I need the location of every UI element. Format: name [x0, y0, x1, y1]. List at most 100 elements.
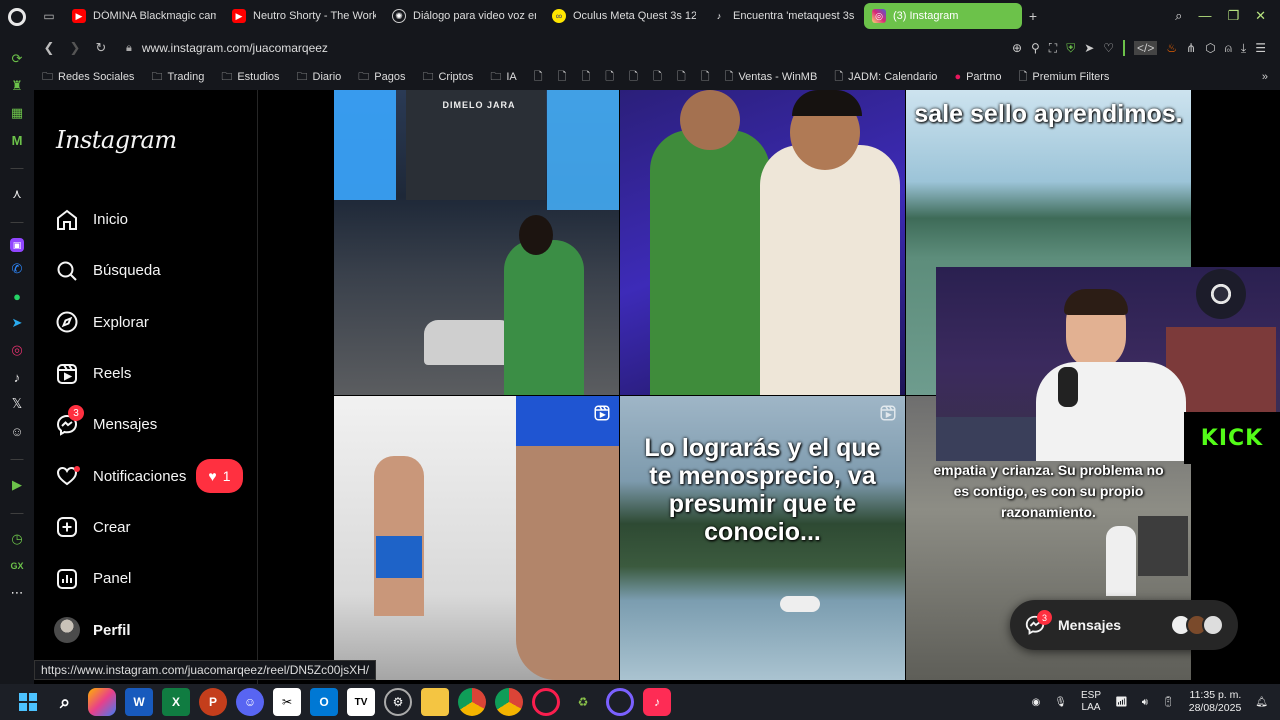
app-icon[interactable]: ⚙	[384, 688, 412, 716]
bookmark-item[interactable]: ● Partmo	[954, 71, 1001, 83]
file-explorer-icon[interactable]	[421, 688, 449, 716]
nav-item-mensajes[interactable]: 3 Mensajes	[54, 399, 243, 450]
tray-icon[interactable]: ◉	[1032, 697, 1041, 708]
powerpoint-icon[interactable]: P	[199, 688, 227, 716]
gx-icon[interactable]: GX	[7, 556, 27, 576]
flame-extension-icon[interactable]: ♨	[1166, 41, 1177, 55]
bookmark-item[interactable]: 🗋︎	[605, 68, 619, 87]
forward-button[interactable]: ❯	[64, 40, 86, 56]
nav-item-inicio[interactable]: Inicio	[54, 194, 243, 245]
bookmarks-overflow-icon[interactable]: »	[1262, 71, 1280, 83]
bookmark-item[interactable]: 🗀︎ Estudios	[221, 68, 279, 87]
bookmark-item[interactable]: 🗀︎ Redes Sociales	[42, 68, 134, 87]
pinboard-icon[interactable]: ▦	[7, 103, 27, 123]
app-icon[interactable]	[606, 688, 634, 716]
bookmark-item[interactable]: 🗀︎ IA	[490, 68, 516, 87]
language-indicator[interactable]: ESP LAA	[1081, 690, 1101, 714]
bookmark-item[interactable]: 🗋︎ JADM: Calendario	[834, 68, 937, 87]
excel-icon[interactable]: X	[162, 688, 190, 716]
bookmark-item[interactable]: 🗀︎ Criptos	[422, 68, 473, 87]
tab-5-active[interactable]: ◎ (3) Instagram	[864, 3, 1022, 29]
extensions-icon[interactable]: ⬡	[1205, 41, 1215, 55]
instagram-icon[interactable]: ◎	[7, 340, 27, 360]
nav-item-explorar[interactable]: Explorar	[54, 297, 243, 348]
new-tab-button[interactable]: +	[1022, 8, 1044, 24]
share-icon[interactable]: ⋔	[1186, 41, 1196, 55]
m-app-icon[interactable]: M	[7, 130, 27, 150]
code-extension-icon[interactable]: </>	[1134, 41, 1158, 55]
bookmark-item[interactable]: 🗋︎	[677, 68, 691, 87]
outlook-icon[interactable]: O	[310, 688, 338, 716]
word-icon[interactable]: W	[125, 688, 153, 716]
bookmark-item[interactable]: 🗋︎	[558, 68, 572, 87]
clock[interactable]: 11:35 p. m. 28/08/2025	[1189, 689, 1242, 715]
discord-icon[interactable]: ☺	[236, 688, 264, 716]
x-icon[interactable]: 𝕏	[7, 394, 27, 414]
notification-pill[interactable]: ♥ 1	[196, 459, 243, 494]
volume-icon[interactable]: 🔊︎	[1142, 697, 1148, 708]
url-field[interactable]: 🔒︎ www.instagram.com/juacomarqeez	[126, 41, 328, 55]
nav-item-busqueda[interactable]: Búsqueda	[54, 245, 243, 296]
chrome-icon[interactable]	[495, 688, 523, 716]
menu-icon[interactable]: ☰	[1255, 41, 1266, 55]
microphone-icon[interactable]: 🎙︎	[1054, 697, 1067, 708]
bookmark-item[interactable]: 🗋︎ Ventas - WinMB	[725, 68, 818, 87]
bookmark-item[interactable]: 🗋︎	[629, 68, 643, 87]
close-button[interactable]: ✕	[1255, 8, 1266, 24]
shield-icon[interactable]: ⛨	[1066, 41, 1075, 56]
opera-gx-icon[interactable]	[532, 688, 560, 716]
post-tile[interactable]	[334, 396, 619, 680]
snapshot-icon[interactable]: ⛶	[1049, 41, 1057, 56]
reload-button[interactable]: ↻	[90, 40, 112, 56]
windows-start-icon[interactable]	[14, 688, 42, 716]
maximize-button[interactable]: ❐	[1227, 8, 1239, 24]
nav-item-reels[interactable]: Reels	[54, 348, 243, 399]
messages-float-button[interactable]: 3 Mensajes	[1010, 600, 1238, 650]
post-tile[interactable]: Lo lograrás y el que te menosprecio, va …	[620, 396, 905, 680]
tab-2[interactable]: ✺ Diálogo para video voz en	[384, 3, 544, 29]
chrome-icon[interactable]	[458, 688, 486, 716]
opera-logo-icon[interactable]	[8, 8, 26, 26]
history-icon[interactable]: ◷	[7, 529, 27, 549]
zoom-icon[interactable]: ⊕	[1012, 41, 1022, 55]
bookmark-item[interactable]: 🗋︎	[653, 68, 667, 87]
telegram-icon[interactable]: ➤	[7, 313, 27, 333]
wifi-icon[interactable]: 📶︎	[1115, 697, 1128, 708]
tab-0[interactable]: ▶ DÓMINA Blackmagic cam	[64, 3, 224, 29]
messenger-icon[interactable]: ✆	[7, 259, 27, 279]
tiktok-icon[interactable]: ♪	[7, 367, 27, 387]
back-button[interactable]: ❮	[38, 40, 60, 56]
post-tile[interactable]	[620, 90, 905, 395]
bookmark-item[interactable]: 🗀︎ Pagos	[358, 68, 405, 87]
tradingview-icon[interactable]: TV	[347, 688, 375, 716]
instagram-logo[interactable]: Instagram	[56, 126, 177, 154]
notifications-icon[interactable]: 🔔︎	[1255, 697, 1268, 708]
nav-item-crear[interactable]: Crear	[54, 502, 243, 553]
battery-icon[interactable]: 🔋︎	[1162, 697, 1175, 708]
tiktok-icon[interactable]: ♪	[643, 688, 671, 716]
search-icon[interactable]: ⌕	[51, 688, 79, 716]
tab-3[interactable]: ∞ Oculus Meta Quest 3s 128	[544, 3, 704, 29]
profile-icon[interactable]: ⍝	[1225, 41, 1232, 56]
capcut-icon[interactable]: ✂	[273, 688, 301, 716]
bookmark-item[interactable]: 🗋︎	[581, 68, 595, 87]
nav-item-perfil[interactable]: Perfil	[54, 604, 243, 655]
bookmark-item[interactable]: 🗀︎ Trading	[151, 68, 204, 87]
search-tabs-icon[interactable]: ⌕	[1175, 8, 1182, 24]
whatsapp-icon[interactable]: ●	[7, 286, 27, 306]
more-icon[interactable]: ⋯	[7, 583, 27, 603]
speed-dial-icon[interactable]: ⟳	[7, 49, 27, 69]
bookmark-heart-icon[interactable]: ♡	[1103, 41, 1114, 55]
minimize-button[interactable]: —	[1198, 8, 1211, 24]
pin-icon[interactable]: ⚲	[1031, 41, 1040, 55]
arc-app-icon[interactable]: ⋏	[7, 184, 27, 204]
app-icon[interactable]: ♻	[569, 688, 597, 716]
bookmark-item[interactable]: 🗋︎	[701, 68, 715, 87]
post-tile[interactable]: DIMELO JARA	[334, 90, 619, 395]
bookmark-item[interactable]: 🗀︎ Diario	[297, 68, 342, 87]
bookmark-item[interactable]: 🗋︎	[534, 68, 548, 87]
workspaces-icon[interactable]: ▭	[34, 9, 64, 23]
nav-item-notificaciones[interactable]: Notificaciones ♥ 1	[54, 450, 243, 501]
nav-item-panel[interactable]: Panel	[54, 553, 243, 604]
bookmark-item[interactable]: 🗋︎ Premium Filters	[1019, 68, 1110, 87]
